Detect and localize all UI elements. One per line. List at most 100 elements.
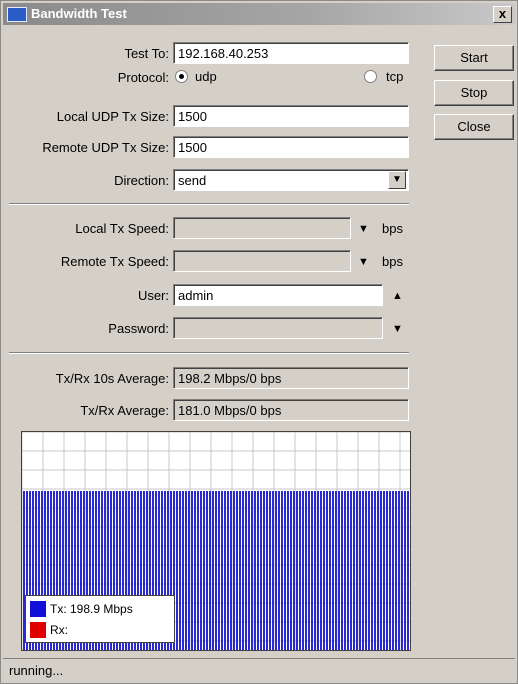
direction-select[interactable]: send bbox=[173, 169, 409, 191]
tx-bar bbox=[350, 491, 352, 650]
tx-bar bbox=[275, 491, 277, 650]
tx-bar bbox=[191, 491, 193, 650]
tx-bar bbox=[362, 491, 364, 650]
tx-bar bbox=[269, 491, 271, 650]
tx-bar bbox=[368, 491, 370, 650]
protocol-label: Protocol: bbox=[117, 70, 169, 85]
local-tx-speed-dropdown-icon[interactable]: ▼ bbox=[358, 223, 369, 235]
close-window-button[interactable]: x bbox=[493, 6, 512, 23]
tx-bar bbox=[176, 491, 178, 650]
protocol-tcp-radio[interactable] bbox=[364, 70, 377, 83]
local-tx-speed-label: Local Tx Speed: bbox=[75, 221, 169, 236]
close-button[interactable]: Close bbox=[434, 114, 514, 140]
tx-bar bbox=[314, 491, 316, 650]
tx-bar bbox=[353, 491, 355, 650]
divider bbox=[9, 352, 409, 354]
window-icon bbox=[7, 7, 27, 22]
password-dropdown-icon[interactable]: ▼ bbox=[392, 323, 403, 335]
tx-bar bbox=[194, 491, 196, 650]
tx-bar bbox=[323, 491, 325, 650]
tx-bar bbox=[248, 491, 250, 650]
tx-bar bbox=[347, 491, 349, 650]
local-tx-speed-input[interactable] bbox=[173, 217, 351, 239]
protocol-udp-radio[interactable] bbox=[175, 70, 188, 83]
tx-bar bbox=[251, 491, 253, 650]
user-label: User: bbox=[137, 288, 169, 303]
rx-legend-label: Rx: bbox=[50, 623, 68, 637]
tx-bar bbox=[398, 491, 400, 650]
tx-bar bbox=[230, 491, 232, 650]
tx-bar bbox=[356, 491, 358, 650]
bandwidth-test-window: Bandwidth Test x Start Stop Close Test T… bbox=[0, 0, 518, 684]
remote-udp-tx-size-label: Remote UDP Tx Size: bbox=[42, 140, 169, 155]
tx-bar bbox=[335, 491, 337, 650]
tx-color-swatch bbox=[30, 601, 46, 617]
tx-bar bbox=[185, 491, 187, 650]
tx-bar bbox=[305, 491, 307, 650]
tx-bar bbox=[182, 491, 184, 650]
tx-bar bbox=[302, 491, 304, 650]
password-input[interactable] bbox=[173, 317, 383, 339]
tx-bar bbox=[239, 491, 241, 650]
tx-bar bbox=[236, 491, 238, 650]
rx-color-swatch bbox=[30, 622, 46, 638]
protocol-tcp-label: tcp bbox=[386, 69, 404, 84]
tx-bar bbox=[212, 491, 214, 650]
tx-bar bbox=[215, 491, 217, 650]
remote-tx-speed-input[interactable] bbox=[173, 250, 351, 272]
start-button[interactable]: Start bbox=[434, 45, 514, 71]
tx-rx-average-value: 181.0 Mbps/0 bps bbox=[173, 399, 409, 421]
tx-bar bbox=[233, 491, 235, 650]
tx-bar bbox=[206, 491, 208, 650]
dropdown-arrow-icon[interactable]: ▼ bbox=[388, 171, 406, 189]
local-tx-speed-unit: bps bbox=[382, 221, 403, 236]
tx-bar bbox=[197, 491, 199, 650]
tx-bar bbox=[365, 491, 367, 650]
remote-tx-speed-unit: bps bbox=[382, 254, 403, 269]
tx-bar bbox=[263, 491, 265, 650]
tx-bar bbox=[272, 491, 274, 650]
tx-bar bbox=[224, 491, 226, 650]
tx-bar bbox=[227, 491, 229, 650]
remote-tx-speed-dropdown-icon[interactable]: ▼ bbox=[358, 256, 369, 268]
tx-bar bbox=[188, 491, 190, 650]
tx-bar bbox=[218, 491, 220, 650]
tx-bar bbox=[392, 491, 394, 650]
password-label: Password: bbox=[108, 321, 169, 336]
tx-bar bbox=[344, 491, 346, 650]
local-udp-tx-size-input[interactable]: 1500 bbox=[173, 105, 409, 127]
window-title: Bandwidth Test bbox=[31, 6, 127, 21]
tx-bar bbox=[377, 491, 379, 650]
local-udp-tx-size-label: Local UDP Tx Size: bbox=[56, 109, 169, 124]
protocol-udp-label: udp bbox=[195, 69, 217, 84]
tx-bar bbox=[209, 491, 211, 650]
tx-bar bbox=[371, 491, 373, 650]
tx-bar bbox=[242, 491, 244, 650]
tx-bar bbox=[338, 491, 340, 650]
tx-bar bbox=[179, 491, 181, 650]
tx-bar bbox=[287, 491, 289, 650]
tx-bar bbox=[341, 491, 343, 650]
tx-bar bbox=[395, 491, 397, 650]
tx-bar bbox=[221, 491, 223, 650]
tx-bar bbox=[299, 491, 301, 650]
tx-bar bbox=[254, 491, 256, 650]
tx-bar bbox=[278, 491, 280, 650]
tx-bar bbox=[257, 491, 259, 650]
tx-bar bbox=[329, 491, 331, 650]
user-input[interactable]: admin bbox=[173, 284, 383, 306]
tx-rx-average-label: Tx/Rx Average: bbox=[80, 403, 169, 418]
tx-bar bbox=[374, 491, 376, 650]
user-collapse-icon[interactable]: ▲ bbox=[392, 290, 403, 302]
tx-bar bbox=[317, 491, 319, 650]
tx-bar bbox=[293, 491, 295, 650]
status-text: running... bbox=[9, 663, 64, 678]
remote-udp-tx-size-input[interactable]: 1500 bbox=[173, 136, 409, 158]
tx-bar bbox=[308, 491, 310, 650]
stop-button[interactable]: Stop bbox=[434, 80, 514, 106]
tx-bar bbox=[359, 491, 361, 650]
title-bar[interactable]: Bandwidth Test x bbox=[3, 3, 515, 25]
tx-bar bbox=[245, 491, 247, 650]
test-to-input[interactable]: 192.168.40.253 bbox=[173, 42, 409, 64]
tx-bar bbox=[407, 491, 409, 650]
